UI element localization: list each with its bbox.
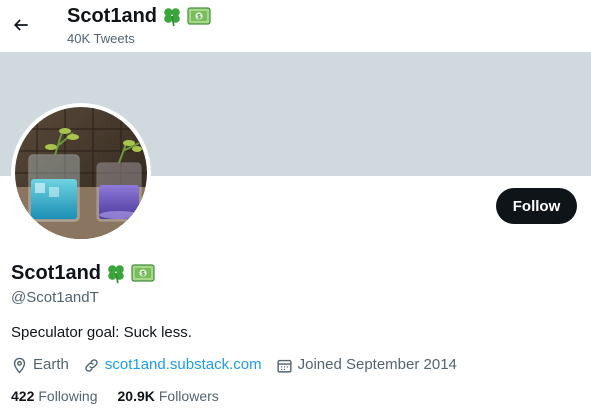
website-link[interactable]: scot1and.substack.com xyxy=(105,355,262,375)
profile-handle: @Scot1andT xyxy=(11,289,99,306)
followers-count: 20.9K xyxy=(117,388,155,404)
svg-text:$: $ xyxy=(141,271,145,278)
followers-stat[interactable]: 20.9K Followers xyxy=(118,386,219,406)
header-tweet-count: 40K Tweets xyxy=(67,31,135,46)
header-title: Scot1and $ xyxy=(67,4,211,28)
header-display-name: Scot1and xyxy=(67,5,158,27)
profile-page: Scot1and $ 40K Tweets Follow Scot1and $ … xyxy=(0,0,591,420)
profile-display-name-row: Scot1and $ xyxy=(11,261,155,285)
calendar-icon xyxy=(277,359,292,373)
four-leaf-clover-icon xyxy=(164,8,180,27)
location-item: Earth xyxy=(11,355,69,375)
arrow-left-icon xyxy=(13,19,28,31)
following-stat[interactable]: 422 Following xyxy=(11,386,98,406)
profile-bio: Speculator goal: Suck less. xyxy=(11,324,192,341)
joined-text: Joined September 2014 xyxy=(297,356,457,373)
svg-text:$: $ xyxy=(197,14,201,21)
profile-meta-row: Earth scot1and.substack.com Joined Septe… xyxy=(11,355,471,375)
following-label: Following xyxy=(38,388,98,404)
header-title-block: Scot1and $ 40K Tweets xyxy=(67,4,211,47)
link-icon xyxy=(85,358,98,372)
location-pin-icon xyxy=(13,357,26,374)
dollar-banknote-icon: $ xyxy=(187,7,211,25)
followers-label: Followers xyxy=(158,388,219,404)
profile-stats-row: 422 Following 20.9K Followers xyxy=(11,386,239,406)
dollar-banknote-icon: $ xyxy=(131,264,155,282)
follow-button[interactable]: Follow xyxy=(496,188,577,224)
location-text: Earth xyxy=(33,356,69,373)
joined-item: Joined September 2014 xyxy=(276,355,457,375)
profile-display-name: Scot1and xyxy=(11,262,102,284)
following-count: 422 xyxy=(11,388,35,404)
avatar[interactable] xyxy=(11,103,151,243)
avatar-image xyxy=(15,107,147,239)
back-button[interactable] xyxy=(4,8,38,42)
top-header-bar: Scot1and $ 40K Tweets xyxy=(0,0,591,52)
four-leaf-clover-icon xyxy=(108,265,124,284)
website-item[interactable]: scot1and.substack.com xyxy=(83,355,262,375)
